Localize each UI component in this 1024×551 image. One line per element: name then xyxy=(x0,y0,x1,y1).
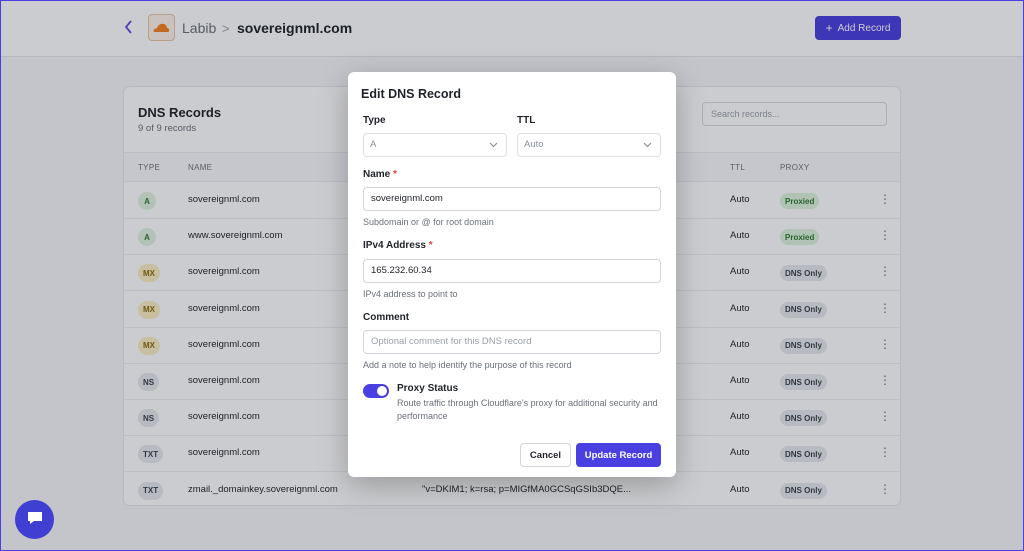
name-input[interactable]: sovereignml.com xyxy=(363,187,661,211)
required-marker: * xyxy=(393,169,397,180)
update-record-button[interactable]: Update Record xyxy=(576,443,661,467)
type-select[interactable]: A xyxy=(363,133,507,157)
ipv4-help-text: IPv4 address to point to xyxy=(363,289,458,299)
ttl-select-value: Auto xyxy=(524,139,544,150)
ipv4-input[interactable]: 165.232.60.34 xyxy=(363,259,661,283)
type-select-value: A xyxy=(370,139,377,150)
comment-input[interactable]: Optional comment for this DNS record xyxy=(363,330,661,354)
ttl-label: TTL xyxy=(517,115,536,126)
toggle-knob xyxy=(377,386,387,396)
edit-dns-record-modal: Edit DNS Record Type A TTL Auto Name * s… xyxy=(348,72,676,477)
modal-title: Edit DNS Record xyxy=(361,87,462,101)
comment-label: Comment xyxy=(363,312,410,323)
type-label: Type xyxy=(363,115,386,126)
proxy-status-label: Proxy Status xyxy=(397,383,459,394)
proxy-status-description: Route traffic through Cloudflare's proxy… xyxy=(397,398,658,421)
chat-widget-button[interactable] xyxy=(15,500,54,539)
ipv4-label-text: IPv4 Address xyxy=(363,240,426,251)
proxy-status-toggle[interactable] xyxy=(363,384,389,398)
name-label-text: Name xyxy=(363,169,391,180)
name-help-text: Subdomain or @ for root domain xyxy=(363,217,494,227)
required-marker: * xyxy=(428,240,433,251)
comment-help-text: Add a note to help identify the purpose … xyxy=(363,360,572,370)
name-label: Name * xyxy=(363,169,397,180)
chevron-down-icon xyxy=(643,134,652,164)
chat-icon xyxy=(26,510,44,529)
ipv4-label: IPv4 Address * xyxy=(363,240,433,251)
ttl-select[interactable]: Auto xyxy=(517,133,661,157)
chevron-down-icon xyxy=(489,134,498,164)
cancel-button[interactable]: Cancel xyxy=(520,443,571,467)
